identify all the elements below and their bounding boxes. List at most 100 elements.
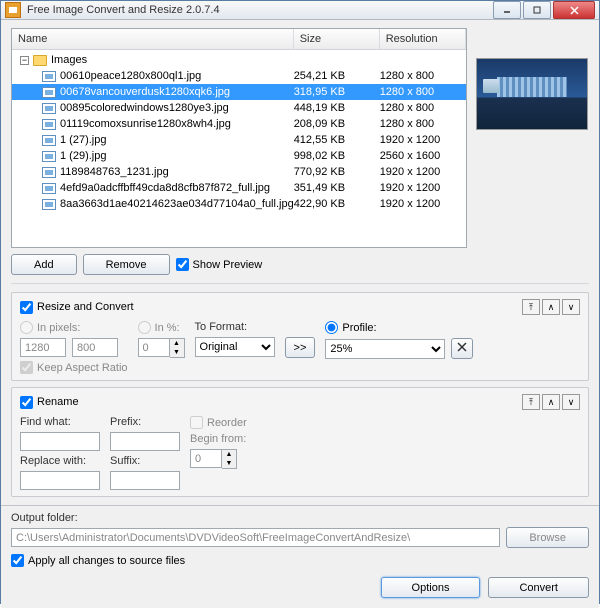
suffix-label: Suffix: bbox=[110, 455, 180, 467]
replace-with-label: Replace with: bbox=[20, 455, 100, 467]
window-title: Free Image Convert and Resize 2.0.7.4 bbox=[27, 4, 493, 16]
in-percent-radio[interactable]: In %: bbox=[138, 321, 185, 334]
table-row[interactable]: 1 (29).jpg998,02 KB2560 x 1600 bbox=[12, 148, 466, 164]
preview-pane bbox=[475, 28, 589, 248]
prefix-input[interactable] bbox=[110, 432, 180, 451]
spin-up-icon[interactable]: ▲ bbox=[170, 339, 184, 348]
table-row[interactable]: 1189848763_1231.jpg 770,92 KB1920 x 1200 bbox=[12, 164, 466, 180]
file-res: 1280 x 800 bbox=[380, 86, 466, 98]
begin-from-input[interactable] bbox=[190, 449, 222, 468]
file-res: 1280 x 800 bbox=[380, 102, 466, 114]
resize-convert-checkbox[interactable]: Resize and Convert bbox=[20, 301, 134, 314]
image-file-icon bbox=[42, 183, 56, 194]
panel-up-button[interactable]: ∧ bbox=[542, 394, 560, 410]
file-res: 1280 x 800 bbox=[380, 70, 466, 82]
maximize-button[interactable] bbox=[523, 1, 551, 19]
panel-top-button[interactable]: ⤒ bbox=[522, 394, 540, 410]
suffix-input[interactable] bbox=[110, 471, 180, 490]
file-res: 1920 x 1200 bbox=[380, 134, 466, 146]
close-button[interactable] bbox=[553, 1, 595, 19]
spin-up-icon[interactable]: ▲ bbox=[222, 450, 236, 459]
table-row[interactable]: 00610peace1280x800ql1.jpg 254,21 KB1280 x… bbox=[12, 68, 466, 84]
image-file-icon bbox=[42, 151, 56, 162]
col-header-res[interactable]: Resolution bbox=[380, 29, 466, 49]
width-input[interactable] bbox=[20, 338, 66, 357]
minimize-button[interactable] bbox=[493, 1, 521, 19]
file-size: 208,09 KB bbox=[294, 118, 380, 130]
file-res: 2560 x 1600 bbox=[380, 150, 466, 162]
image-file-icon bbox=[42, 71, 56, 82]
to-format-label: To Format: bbox=[195, 321, 275, 333]
file-size: 422,90 KB bbox=[294, 198, 380, 210]
image-file-icon bbox=[42, 135, 56, 146]
file-name: 01119comoxsunrise1280x8wh4.jpg bbox=[60, 118, 231, 130]
convert-button[interactable]: Convert bbox=[488, 577, 589, 598]
file-size: 770,92 KB bbox=[294, 166, 380, 178]
add-button[interactable]: Add bbox=[11, 254, 77, 275]
file-name: 00895coloredwindows1280ye3.jpg bbox=[60, 102, 229, 114]
file-name: 1 (27).jpg bbox=[60, 134, 106, 146]
panel-up-button[interactable]: ∧ bbox=[542, 299, 560, 315]
browse-button[interactable]: Browse bbox=[506, 527, 589, 548]
prefix-label: Prefix: bbox=[110, 416, 180, 428]
file-size: 412,55 KB bbox=[294, 134, 380, 146]
col-header-size[interactable]: Size bbox=[294, 29, 380, 49]
file-size: 448,19 KB bbox=[294, 102, 380, 114]
file-res: 1920 x 1200 bbox=[380, 166, 466, 178]
preview-image bbox=[476, 58, 588, 130]
format-select[interactable]: Original bbox=[195, 337, 275, 357]
table-row[interactable]: 4efd9a0adcffbff49cda8d8cfb87f872_full.jp… bbox=[12, 180, 466, 196]
keep-aspect-checkbox[interactable]: Keep Aspect Ratio bbox=[20, 361, 128, 374]
image-file-icon bbox=[42, 87, 56, 98]
file-name: 00678vancouverdusk1280xqk6.jpg bbox=[60, 86, 230, 98]
find-what-input[interactable] bbox=[20, 432, 100, 451]
panel-top-button[interactable]: ⤒ bbox=[522, 299, 540, 315]
file-size: 254,21 KB bbox=[294, 70, 380, 82]
profile-delete-button[interactable] bbox=[451, 338, 473, 359]
table-row[interactable]: 01119comoxsunrise1280x8wh4.jpg 208,09 KB1… bbox=[12, 116, 466, 132]
profile-select[interactable]: 25% bbox=[325, 339, 445, 359]
image-file-icon bbox=[42, 199, 56, 210]
apply-all-checkbox[interactable]: Apply all changes to source files bbox=[11, 554, 589, 567]
col-header-name[interactable]: Name bbox=[12, 29, 294, 49]
output-folder-label: Output folder: bbox=[11, 512, 589, 524]
folder-icon bbox=[33, 55, 47, 66]
reorder-checkbox[interactable]: Reorder bbox=[190, 416, 247, 429]
height-input[interactable] bbox=[72, 338, 118, 357]
rename-checkbox[interactable]: Rename bbox=[20, 396, 79, 409]
output-folder-input[interactable] bbox=[11, 528, 500, 547]
table-row[interactable]: 8aa3663d1ae40214623ae034d77104a0_full.jp… bbox=[12, 196, 466, 212]
folder-label: Images bbox=[51, 54, 87, 66]
remove-button[interactable]: Remove bbox=[83, 254, 170, 275]
options-button[interactable]: Options bbox=[381, 577, 481, 598]
show-preview-checkbox[interactable]: Show Preview bbox=[176, 258, 263, 271]
image-file-icon bbox=[42, 103, 56, 114]
panel-down-button[interactable]: ∨ bbox=[562, 299, 580, 315]
file-name: 00610peace1280x800ql1.jpg bbox=[60, 70, 201, 82]
replace-with-input[interactable] bbox=[20, 471, 100, 490]
panel-down-button[interactable]: ∨ bbox=[562, 394, 580, 410]
begin-from-label: Begin from: bbox=[190, 433, 247, 445]
file-list[interactable]: Name Size Resolution − Images 00610peace12… bbox=[11, 28, 467, 248]
spin-down-icon[interactable]: ▼ bbox=[222, 459, 236, 468]
file-size: 998,02 KB bbox=[294, 150, 380, 162]
image-file-icon bbox=[42, 119, 56, 130]
table-row[interactable]: 1 (27).jpg 412,55 KB1920 x 1200 bbox=[12, 132, 466, 148]
app-icon bbox=[5, 2, 21, 18]
table-row[interactable]: 00895coloredwindows1280ye3.jpg 448,19 KB1… bbox=[12, 100, 466, 116]
spin-down-icon[interactable]: ▼ bbox=[170, 348, 184, 357]
arrow-button[interactable]: >> bbox=[285, 337, 316, 358]
file-size: 318,95 KB bbox=[294, 86, 380, 98]
table-row[interactable]: 00678vancouverdusk1280xqk6.jpg 318,95 KB1… bbox=[12, 84, 466, 100]
tree-toggle-icon[interactable]: − bbox=[20, 56, 29, 65]
find-what-label: Find what: bbox=[20, 416, 100, 428]
profile-radio[interactable]: Profile: bbox=[325, 321, 473, 334]
image-file-icon bbox=[42, 167, 56, 178]
in-pixels-radio[interactable]: In pixels: bbox=[20, 321, 128, 334]
file-res: 1280 x 800 bbox=[380, 118, 466, 130]
file-size: 351,49 KB bbox=[294, 182, 380, 194]
file-name: 1189848763_1231.jpg bbox=[60, 166, 169, 178]
file-name: 4efd9a0adcffbff49cda8d8cfb87f872_full.jp… bbox=[60, 182, 270, 194]
percent-input[interactable] bbox=[138, 338, 170, 357]
file-res: 1920 x 1200 bbox=[380, 182, 466, 194]
